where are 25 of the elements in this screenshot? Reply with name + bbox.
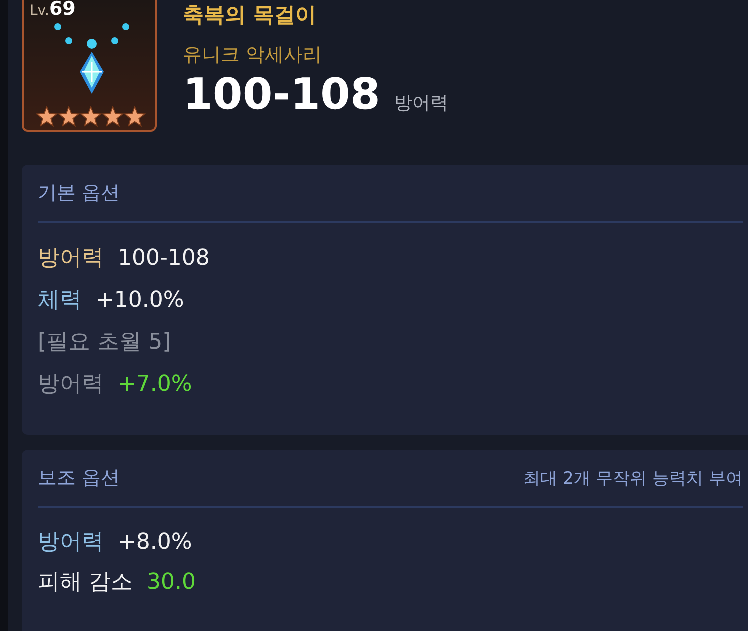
- panel-note: 최대 2개 무작위 능력치 부여: [524, 468, 743, 490]
- panel-title: 보조 옵션: [38, 466, 120, 491]
- stat-value: 30.0: [147, 570, 196, 594]
- stat-value: +7.0%: [118, 372, 192, 396]
- stat-value: +8.0%: [118, 530, 192, 554]
- stat-label: 방어력: [38, 529, 104, 557]
- star-icon: [80, 106, 102, 128]
- stat-label: 피해 감소: [38, 569, 133, 597]
- item-name: 축복의 목걸이: [183, 2, 318, 28]
- star-icon: [58, 106, 80, 128]
- defense-value: 100-108: [183, 70, 380, 120]
- item-type: 유니크 악세사리: [183, 43, 324, 68]
- stat-label: 방어력: [38, 371, 104, 399]
- panel-title: 기본 옵션: [38, 181, 120, 206]
- star-icon: [124, 106, 146, 128]
- star-icon: [36, 106, 58, 128]
- stat-value: 100-108: [118, 246, 210, 270]
- requirement-note: [필요 초월 5]: [38, 329, 172, 357]
- stat-label: 방어력: [38, 245, 104, 273]
- stat-name: 방어력: [394, 92, 448, 115]
- star-icon: [102, 106, 124, 128]
- level-value: 69: [49, 0, 76, 20]
- level-prefix: Lv.: [30, 3, 50, 19]
- stat-label: 체력: [38, 287, 82, 315]
- stat-value: +10.0%: [96, 288, 184, 312]
